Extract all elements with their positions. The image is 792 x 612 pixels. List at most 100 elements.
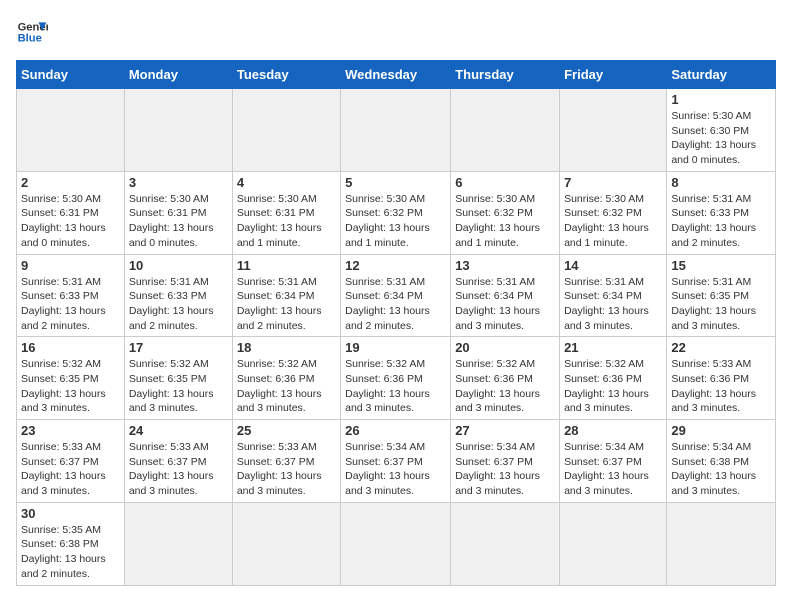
day-number: 15	[671, 258, 771, 273]
calendar-cell	[667, 502, 776, 585]
day-of-week-header: Tuesday	[232, 61, 340, 89]
day-number: 17	[129, 340, 228, 355]
calendar-cell: 4 Sunrise: 5:30 AM Sunset: 6:31 PM Daylig…	[232, 171, 340, 254]
calendar-cell: 1 Sunrise: 5:30 AM Sunset: 6:30 PM Daylig…	[667, 89, 776, 172]
day-number: 4	[237, 175, 336, 190]
calendar-cell: 21 Sunrise: 5:32 AM Sunset: 6:36 PM Dayli…	[560, 337, 667, 420]
day-info: Sunrise: 5:30 AM Sunset: 6:30 PM Dayligh…	[671, 109, 771, 168]
day-info: Sunrise: 5:31 AM Sunset: 6:34 PM Dayligh…	[345, 275, 446, 334]
day-info: Sunrise: 5:34 AM Sunset: 6:37 PM Dayligh…	[345, 440, 446, 499]
calendar-cell: 14 Sunrise: 5:31 AM Sunset: 6:34 PM Dayli…	[560, 254, 667, 337]
calendar-week-row: 1 Sunrise: 5:30 AM Sunset: 6:30 PM Daylig…	[17, 89, 776, 172]
calendar-week-row: 2 Sunrise: 5:30 AM Sunset: 6:31 PM Daylig…	[17, 171, 776, 254]
calendar-cell: 28 Sunrise: 5:34 AM Sunset: 6:37 PM Dayli…	[560, 420, 667, 503]
calendar-cell: 30Sunrise: 5:35 AM Sunset: 6:38 PM Dayli…	[17, 502, 125, 585]
day-number: 19	[345, 340, 446, 355]
day-number: 26	[345, 423, 446, 438]
calendar-cell: 9Sunrise: 5:31 AM Sunset: 6:33 PM Daylig…	[17, 254, 125, 337]
calendar-cell: 7Sunrise: 5:30 AM Sunset: 6:32 PM Daylig…	[560, 171, 667, 254]
day-number: 1	[671, 92, 771, 107]
calendar-cell: 10Sunrise: 5:31 AM Sunset: 6:33 PM Dayli…	[124, 254, 232, 337]
day-info: Sunrise: 5:34 AM Sunset: 6:38 PM Dayligh…	[671, 440, 771, 499]
calendar-cell: 6Sunrise: 5:30 AM Sunset: 6:32 PM Daylig…	[451, 171, 560, 254]
day-number: 5	[345, 175, 446, 190]
day-of-week-header: Friday	[560, 61, 667, 89]
calendar-week-row: 23Sunrise: 5:33 AM Sunset: 6:37 PM Dayli…	[17, 420, 776, 503]
day-info: Sunrise: 5:33 AM Sunset: 6:36 PM Dayligh…	[671, 357, 771, 416]
day-info: Sunrise: 5:30 AM Sunset: 6:31 PM Dayligh…	[237, 192, 336, 251]
calendar-cell	[560, 89, 667, 172]
day-of-week-header: Saturday	[667, 61, 776, 89]
day-number: 21	[564, 340, 662, 355]
day-info: Sunrise: 5:32 AM Sunset: 6:35 PM Dayligh…	[21, 357, 120, 416]
calendar-cell	[341, 89, 451, 172]
calendar-cell: 2 Sunrise: 5:30 AM Sunset: 6:31 PM Daylig…	[17, 171, 125, 254]
calendar-cell	[17, 89, 125, 172]
day-info: Sunrise: 5:33 AM Sunset: 6:37 PM Dayligh…	[129, 440, 228, 499]
calendar-cell: 20 Sunrise: 5:32 AM Sunset: 6:36 PM Dayli…	[451, 337, 560, 420]
calendar-cell: 19 Sunrise: 5:32 AM Sunset: 6:36 PM Dayli…	[341, 337, 451, 420]
day-number: 18	[237, 340, 336, 355]
calendar-cell: 17 Sunrise: 5:32 AM Sunset: 6:35 PM Dayli…	[124, 337, 232, 420]
day-number: 20	[455, 340, 555, 355]
calendar-cell: 25 Sunrise: 5:33 AM Sunset: 6:37 PM Dayli…	[232, 420, 340, 503]
day-info: Sunrise: 5:31 AM Sunset: 6:35 PM Dayligh…	[671, 275, 771, 334]
day-number: 2	[21, 175, 120, 190]
calendar-cell: 8 Sunrise: 5:31 AM Sunset: 6:33 PM Daylig…	[667, 171, 776, 254]
calendar-cell	[232, 89, 340, 172]
day-info: Sunrise: 5:30 AM Sunset: 6:31 PM Dayligh…	[21, 192, 120, 251]
calendar-cell: 16Sunrise: 5:32 AM Sunset: 6:35 PM Dayli…	[17, 337, 125, 420]
calendar-cell: 18Sunrise: 5:32 AM Sunset: 6:36 PM Dayli…	[232, 337, 340, 420]
day-info: Sunrise: 5:33 AM Sunset: 6:37 PM Dayligh…	[21, 440, 120, 499]
calendar-cell	[124, 89, 232, 172]
calendar-cell	[451, 502, 560, 585]
day-info: Sunrise: 5:30 AM Sunset: 6:32 PM Dayligh…	[564, 192, 662, 251]
day-number: 13	[455, 258, 555, 273]
calendar-week-row: 30Sunrise: 5:35 AM Sunset: 6:38 PM Dayli…	[17, 502, 776, 585]
day-info: Sunrise: 5:31 AM Sunset: 6:33 PM Dayligh…	[21, 275, 120, 334]
day-number: 10	[129, 258, 228, 273]
day-number: 22	[671, 340, 771, 355]
day-info: Sunrise: 5:30 AM Sunset: 6:32 PM Dayligh…	[345, 192, 446, 251]
day-number: 8	[671, 175, 771, 190]
day-number: 28	[564, 423, 662, 438]
day-info: Sunrise: 5:30 AM Sunset: 6:31 PM Dayligh…	[129, 192, 228, 251]
day-info: Sunrise: 5:30 AM Sunset: 6:32 PM Dayligh…	[455, 192, 555, 251]
day-info: Sunrise: 5:32 AM Sunset: 6:35 PM Dayligh…	[129, 357, 228, 416]
day-info: Sunrise: 5:31 AM Sunset: 6:34 PM Dayligh…	[564, 275, 662, 334]
day-info: Sunrise: 5:32 AM Sunset: 6:36 PM Dayligh…	[455, 357, 555, 416]
day-info: Sunrise: 5:31 AM Sunset: 6:33 PM Dayligh…	[671, 192, 771, 251]
calendar-table: SundayMondayTuesdayWednesdayThursdayFrid…	[16, 60, 776, 586]
calendar-cell: 3 Sunrise: 5:30 AM Sunset: 6:31 PM Daylig…	[124, 171, 232, 254]
day-info: Sunrise: 5:34 AM Sunset: 6:37 PM Dayligh…	[564, 440, 662, 499]
day-of-week-header: Monday	[124, 61, 232, 89]
day-of-week-header: Thursday	[451, 61, 560, 89]
day-of-week-header: Wednesday	[341, 61, 451, 89]
calendar-header-row: SundayMondayTuesdayWednesdayThursdayFrid…	[17, 61, 776, 89]
logo: General Blue	[16, 16, 48, 48]
calendar-cell: 23Sunrise: 5:33 AM Sunset: 6:37 PM Dayli…	[17, 420, 125, 503]
day-number: 25	[237, 423, 336, 438]
calendar-cell	[232, 502, 340, 585]
day-info: Sunrise: 5:31 AM Sunset: 6:34 PM Dayligh…	[237, 275, 336, 334]
day-number: 29	[671, 423, 771, 438]
page-header: General Blue	[16, 16, 776, 48]
calendar-week-row: 9Sunrise: 5:31 AM Sunset: 6:33 PM Daylig…	[17, 254, 776, 337]
calendar-cell: 15 Sunrise: 5:31 AM Sunset: 6:35 PM Dayli…	[667, 254, 776, 337]
day-number: 12	[345, 258, 446, 273]
day-number: 3	[129, 175, 228, 190]
day-info: Sunrise: 5:32 AM Sunset: 6:36 PM Dayligh…	[564, 357, 662, 416]
calendar-cell: 11 Sunrise: 5:31 AM Sunset: 6:34 PM Dayli…	[232, 254, 340, 337]
day-info: Sunrise: 5:33 AM Sunset: 6:37 PM Dayligh…	[237, 440, 336, 499]
day-number: 11	[237, 258, 336, 273]
calendar-body: 1 Sunrise: 5:30 AM Sunset: 6:30 PM Daylig…	[17, 89, 776, 586]
calendar-cell: 5 Sunrise: 5:30 AM Sunset: 6:32 PM Daylig…	[341, 171, 451, 254]
calendar-cell: 13Sunrise: 5:31 AM Sunset: 6:34 PM Dayli…	[451, 254, 560, 337]
day-info: Sunrise: 5:32 AM Sunset: 6:36 PM Dayligh…	[345, 357, 446, 416]
calendar-cell: 29 Sunrise: 5:34 AM Sunset: 6:38 PM Dayli…	[667, 420, 776, 503]
calendar-week-row: 16Sunrise: 5:32 AM Sunset: 6:35 PM Dayli…	[17, 337, 776, 420]
logo-icon: General Blue	[16, 16, 48, 48]
day-of-week-header: Sunday	[17, 61, 125, 89]
calendar-cell	[124, 502, 232, 585]
day-number: 14	[564, 258, 662, 273]
